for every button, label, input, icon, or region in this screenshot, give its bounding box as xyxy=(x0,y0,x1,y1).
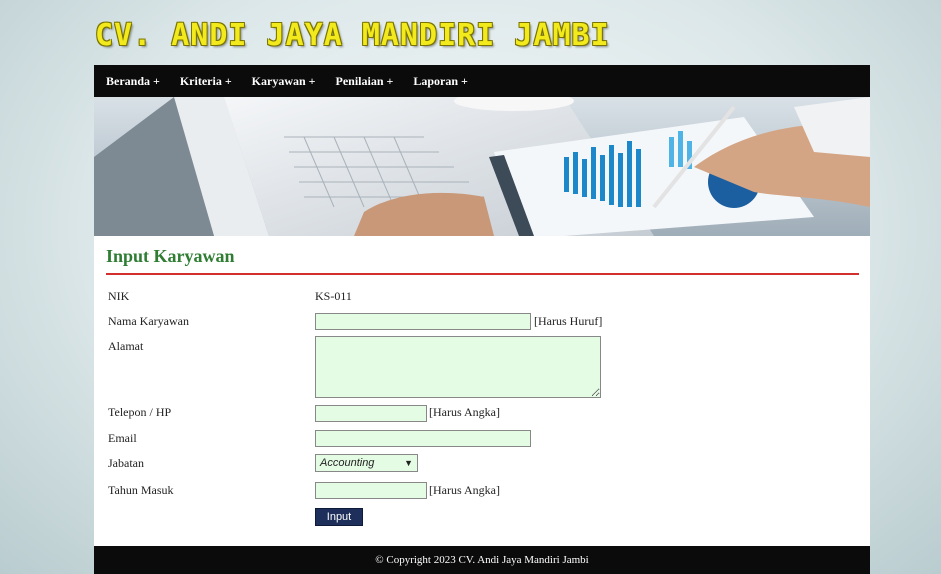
nama-karyawan-input[interactable] xyxy=(315,313,531,330)
telepon-hint: [Harus Angka] xyxy=(429,405,500,419)
content-section: Input Karyawan xyxy=(94,246,870,275)
alamat-label: Alamat xyxy=(108,339,144,353)
nav-item-kriteria[interactable]: Kriteria + xyxy=(180,74,232,89)
banner-illustration xyxy=(94,97,870,236)
nik-label: NIK xyxy=(108,289,130,303)
jabatan-label: Jabatan xyxy=(108,456,144,470)
email-input[interactable] xyxy=(315,430,531,447)
chevron-down-icon: ▼ xyxy=(404,458,413,468)
jabatan-select[interactable]: Accounting ▼ xyxy=(315,454,418,472)
nav-item-beranda[interactable]: Beranda + xyxy=(106,74,160,89)
nav-item-penilaian[interactable]: Penilaian + xyxy=(336,74,394,89)
telepon-label: Telepon / HP xyxy=(108,405,172,419)
nik-value: KS-011 xyxy=(315,289,352,303)
footer: © Copyright 2023 CV. Andi Jaya Mandiri J… xyxy=(94,546,870,574)
email-label: Email xyxy=(108,431,137,445)
alamat-textarea[interactable] xyxy=(315,336,601,398)
title-divider xyxy=(106,273,859,275)
telepon-input[interactable] xyxy=(315,405,427,422)
site-title: CV. ANDI JAYA MANDIRI JAMBI xyxy=(95,18,610,53)
main-nav: Beranda + Kriteria + Karyawan + Penilaia… xyxy=(94,65,870,97)
input-karyawan-form: NIK KS-011 Nama Karyawan [Harus Huruf] A… xyxy=(94,289,870,539)
nama-karyawan-label: Nama Karyawan xyxy=(108,314,189,328)
tahun-masuk-label: Tahun Masuk xyxy=(108,483,174,497)
page-title: Input Karyawan xyxy=(106,246,235,266)
nav-item-karyawan[interactable]: Karyawan + xyxy=(252,74,316,89)
tahun-masuk-input[interactable] xyxy=(315,482,427,499)
main-container: Beranda + Kriteria + Karyawan + Penilaia… xyxy=(94,65,870,574)
nav-item-laporan[interactable]: Laporan + xyxy=(413,74,468,89)
jabatan-selected-value: Accounting xyxy=(320,457,375,469)
footer-copyright: © Copyright 2023 CV. Andi Jaya Mandiri J… xyxy=(375,554,589,566)
tahun-hint: [Harus Angka] xyxy=(429,483,500,497)
header-banner-image xyxy=(94,97,870,236)
input-submit-button[interactable]: Input xyxy=(315,508,363,526)
nama-hint: [Harus Huruf] xyxy=(534,314,603,328)
